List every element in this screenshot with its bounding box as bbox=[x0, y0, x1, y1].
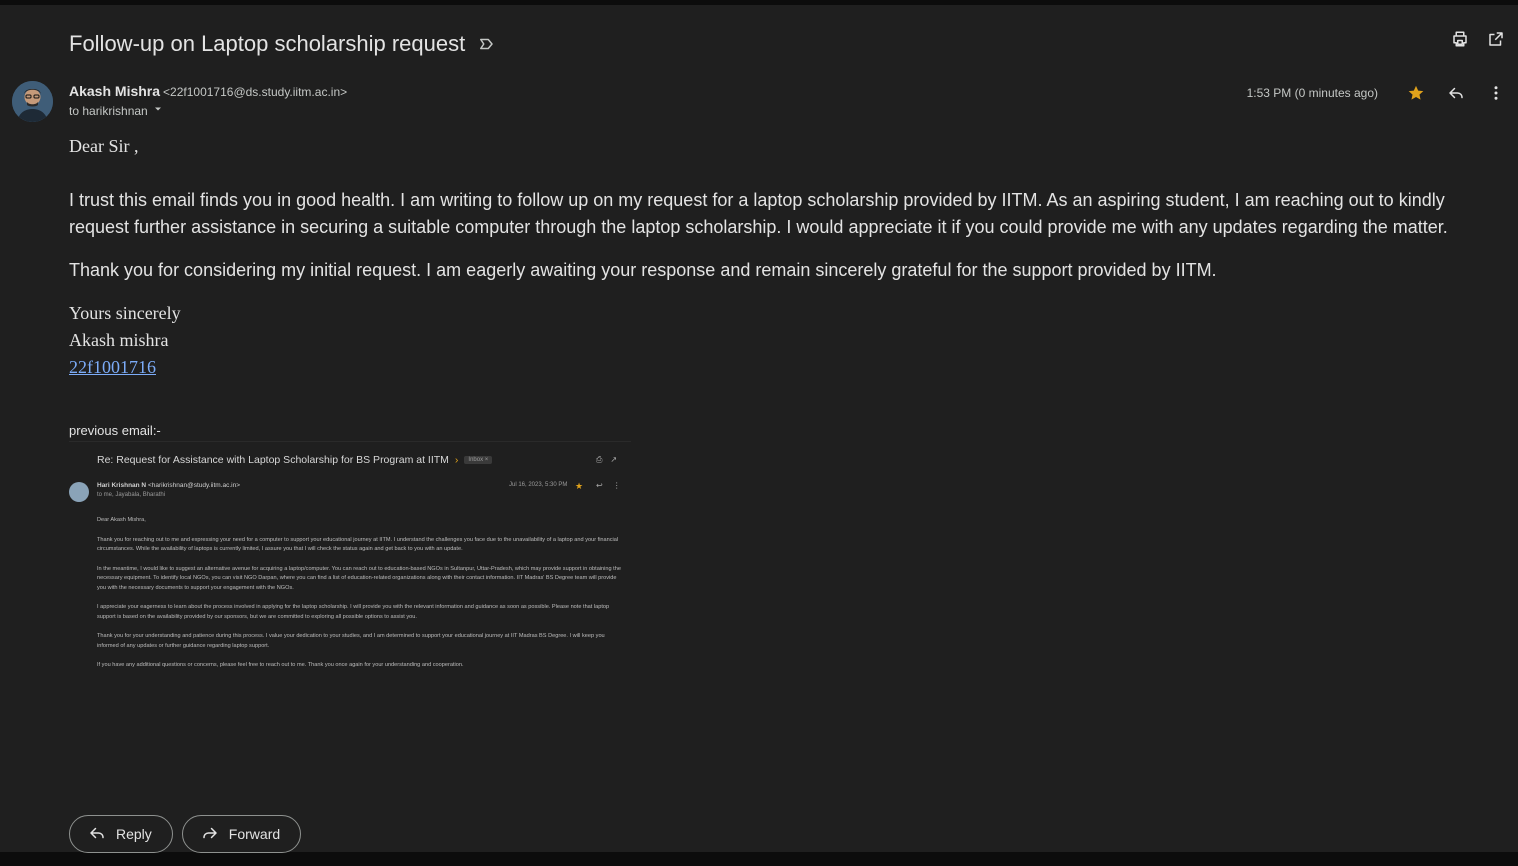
reply-icon[interactable] bbox=[1446, 83, 1466, 103]
bottom-actions: Reply Forward bbox=[69, 815, 302, 853]
forward-button[interactable]: Forward bbox=[181, 815, 302, 853]
message-actions: 1:53 PM (0 minutes ago) bbox=[1247, 83, 1506, 103]
print-icon[interactable] bbox=[1450, 29, 1470, 49]
previous-email-label: previous email:- bbox=[69, 423, 161, 438]
sender-name[interactable]: Akash Mishra bbox=[69, 83, 160, 99]
previous-star-icon: ★ bbox=[575, 481, 584, 491]
previous-date: Jul 16, 2023, 5:30 PM bbox=[509, 482, 568, 488]
previous-avatar bbox=[69, 482, 89, 502]
previous-paragraph: In the meantime, I would like to suggest… bbox=[97, 565, 621, 591]
open-in-new-icon[interactable] bbox=[1486, 29, 1506, 49]
signature-name: Akash mishra bbox=[69, 330, 169, 350]
body-paragraph: Thank you for considering my initial req… bbox=[69, 260, 1217, 280]
sender-email: <22f1001716@ds.study.iitm.ac.in> bbox=[163, 85, 348, 99]
previous-paragraph: I appreciate your eagerness to learn abo… bbox=[97, 604, 610, 620]
previous-body: Dear Akash Mishra, Thank you for reachin… bbox=[97, 516, 625, 671]
top-actions bbox=[1450, 29, 1506, 49]
previous-paragraph: Thank you for reaching out to me and exp… bbox=[97, 536, 619, 553]
signature-id-link[interactable]: 22f1001716 bbox=[69, 357, 156, 377]
reply-icon bbox=[88, 824, 106, 845]
greeting: Dear Sir , bbox=[69, 136, 139, 156]
previous-tag: Inbox × bbox=[464, 456, 493, 465]
previous-greeting: Dear Akash Mishra, bbox=[97, 517, 146, 523]
label-icon[interactable] bbox=[477, 35, 495, 53]
body-paragraph: I trust this email finds you in good hea… bbox=[69, 190, 1448, 237]
subject-row: Follow-up on Laptop scholarship request bbox=[69, 29, 495, 59]
email-body: Dear Sir , I trust this email finds you … bbox=[69, 133, 1469, 381]
forward-label: Forward bbox=[228, 826, 281, 842]
avatar[interactable] bbox=[12, 81, 53, 122]
sender-line: Akash Mishra <22f1001716@ds.study.iitm.ac… bbox=[69, 83, 347, 99]
previous-paragraph: If you have any additional questions or … bbox=[97, 662, 464, 668]
timestamp: 1:53 PM (0 minutes ago) bbox=[1246, 86, 1378, 100]
chevron-down-icon bbox=[152, 103, 164, 118]
previous-action-icons: ↩⋮ bbox=[596, 481, 631, 490]
email-reading-pane: Follow-up on Laptop scholarship request … bbox=[0, 5, 1518, 853]
previous-paragraph: Thank you for your understanding and pat… bbox=[97, 633, 605, 649]
previous-to: to me, Jayabala, Bharathi bbox=[97, 492, 166, 498]
to-text: to harikrishnan bbox=[69, 103, 148, 118]
reply-label: Reply bbox=[116, 826, 152, 842]
reply-button[interactable]: Reply bbox=[69, 815, 173, 853]
signature-closing: Yours sincerely bbox=[69, 303, 181, 323]
star-icon[interactable] bbox=[1406, 83, 1426, 103]
previous-subject: Re: Request for Assistance with Laptop S… bbox=[97, 454, 493, 466]
previous-top-icons: ⎙↗ bbox=[596, 455, 626, 464]
forward-icon bbox=[201, 824, 219, 845]
email-subject: Follow-up on Laptop scholarship request bbox=[69, 31, 466, 56]
previous-email-screenshot[interactable]: Re: Request for Assistance with Laptop S… bbox=[69, 441, 631, 671]
recipients-dropdown[interactable]: to harikrishnan bbox=[69, 103, 164, 118]
previous-from: Hari Krishnan N <harikrishnan@study.iitm… bbox=[97, 482, 241, 489]
more-vert-icon[interactable] bbox=[1486, 83, 1506, 103]
